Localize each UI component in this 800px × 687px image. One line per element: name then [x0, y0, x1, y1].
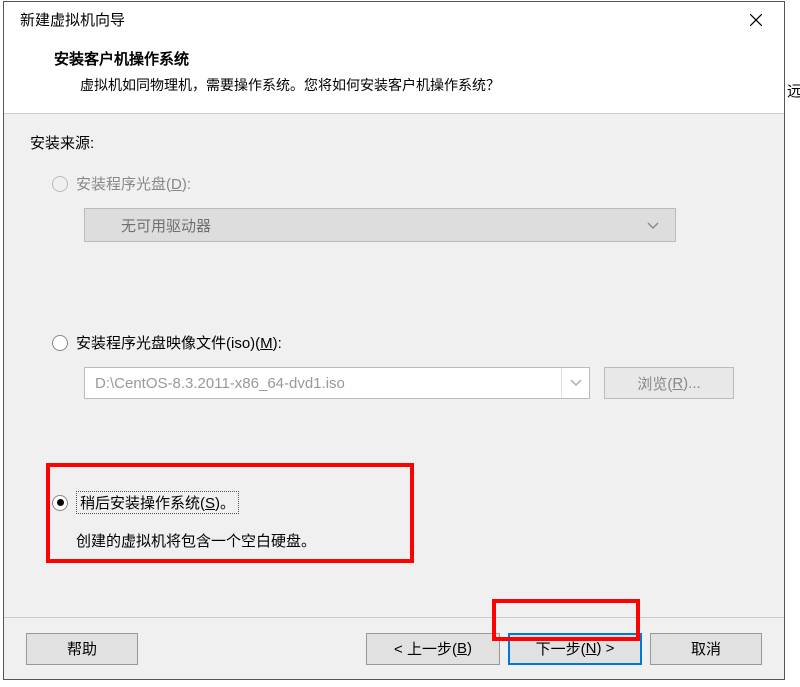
back-button[interactable]: < 上一步(B)	[366, 633, 500, 665]
radio-iso-file[interactable]: 安装程序光盘映像文件(iso)(M):	[52, 332, 762, 353]
cancel-button[interactable]: 取消	[650, 633, 762, 665]
page-subtitle: 虚拟机如同物理机，需要操作系统。您将如何安装客户机操作系统？	[54, 75, 768, 95]
disc-drive-dropdown: 无可用驱动器	[84, 208, 676, 242]
radio-icon	[52, 335, 68, 351]
radio-install-later[interactable]: 稍后安装操作系统(S)。	[52, 491, 762, 514]
radio-label-iso: 安装程序光盘映像文件(iso)(M):	[76, 332, 282, 353]
chevron-down-icon	[647, 217, 659, 234]
wizard-header: 安装客户机操作系统 虚拟机如同物理机，需要操作系统。您将如何安装客户机操作系统？	[4, 38, 784, 114]
close-icon	[750, 14, 762, 26]
iso-path-combo: D:\CentOS-8.3.2011-x86_64-dvd1.iso	[84, 367, 590, 399]
page-title: 安装客户机操作系统	[54, 48, 768, 69]
radio-label-later: 稍后安装操作系统(S)。	[76, 491, 239, 514]
install-later-hint: 创建的虚拟机将包含一个空白硬盘。	[76, 530, 762, 551]
background-partial-text: 远	[787, 80, 800, 101]
wizard-footer: 帮助 < 上一步(B) 下一步(N) > 取消	[4, 617, 784, 679]
wizard-content: 安装来源: 安装程序光盘(D): 无可用驱动器 安装程序光盘映像文件(iso)(…	[4, 114, 784, 617]
radio-label-disc: 安装程序光盘(D):	[76, 173, 191, 194]
wizard-window: 新建虚拟机向导 安装客户机操作系统 虚拟机如同物理机，需要操作系统。您将如何安装…	[3, 1, 785, 680]
next-button[interactable]: 下一步(N) >	[508, 633, 642, 665]
radio-icon	[52, 176, 68, 192]
dropdown-text: 无可用驱动器	[121, 215, 211, 236]
radio-installer-disc: 安装程序光盘(D):	[52, 173, 762, 194]
help-button[interactable]: 帮助	[26, 633, 138, 665]
browse-button: 浏览(R)...	[604, 367, 734, 399]
close-button[interactable]	[736, 4, 776, 36]
titlebar: 新建虚拟机向导	[4, 2, 784, 38]
radio-icon	[52, 495, 68, 511]
window-title: 新建虚拟机向导	[20, 9, 125, 30]
chevron-down-icon	[561, 368, 589, 398]
install-source-label: 安装来源:	[30, 132, 762, 153]
iso-path-text: D:\CentOS-8.3.2011-x86_64-dvd1.iso	[85, 375, 561, 392]
